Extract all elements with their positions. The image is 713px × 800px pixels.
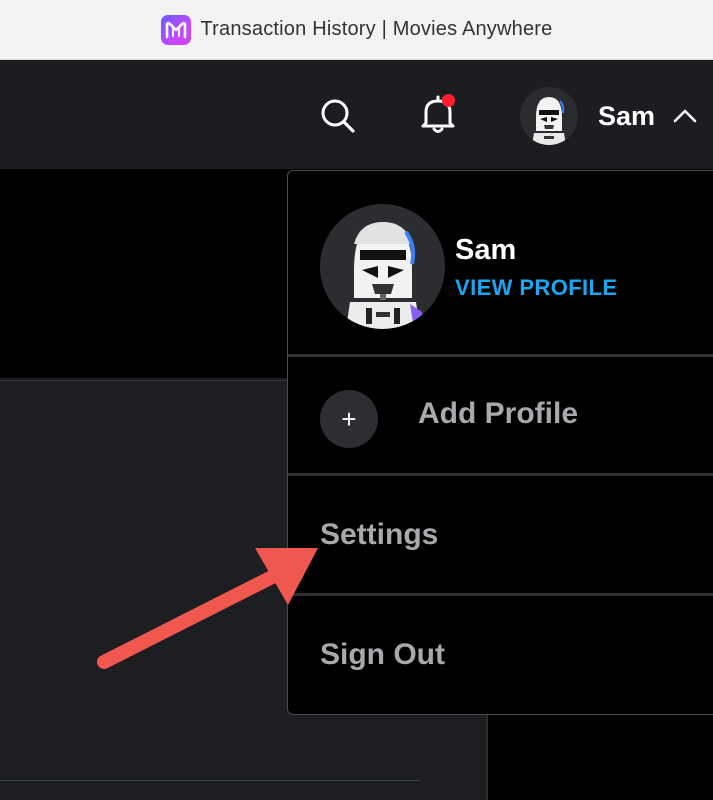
current-profile-name: Sam <box>455 234 517 266</box>
profile-dropdown-menu: Sam VIEW PROFILE + Add Profile Settings … <box>287 170 713 715</box>
window-titlebar: Transaction History | Movies Anywhere <box>0 0 713 60</box>
chevron-up-icon <box>673 109 697 123</box>
notifications-button[interactable] <box>418 92 458 136</box>
search-icon <box>321 99 355 133</box>
settings-menu-item[interactable]: Settings <box>288 476 713 593</box>
app-header: Sam <box>0 60 713 169</box>
add-profile-label: Add Profile <box>418 397 579 430</box>
profile-menu-toggle[interactable]: Sam <box>520 86 713 146</box>
movies-anywhere-logo-icon <box>160 14 191 45</box>
stormtrooper-avatar-icon <box>320 204 445 329</box>
profile-avatar[interactable] <box>320 204 445 329</box>
stormtrooper-avatar-icon <box>520 87 578 145</box>
plus-icon: + <box>320 390 378 448</box>
add-profile-button[interactable]: + Add Profile <box>288 357 713 473</box>
sign-out-label: Sign Out <box>320 638 445 671</box>
view-profile-link[interactable]: VIEW PROFILE <box>455 275 617 301</box>
current-profile-section: Sam VIEW PROFILE <box>288 171 713 354</box>
notification-badge <box>442 94 455 107</box>
sign-out-menu-item[interactable]: Sign Out <box>288 596 713 714</box>
window-title: Transaction History | Movies Anywhere <box>200 18 553 40</box>
content-divider <box>0 780 420 781</box>
avatar <box>520 87 578 145</box>
search-button[interactable] <box>318 96 358 136</box>
settings-label: Settings <box>320 518 439 551</box>
header-user-name: Sam <box>598 100 656 131</box>
